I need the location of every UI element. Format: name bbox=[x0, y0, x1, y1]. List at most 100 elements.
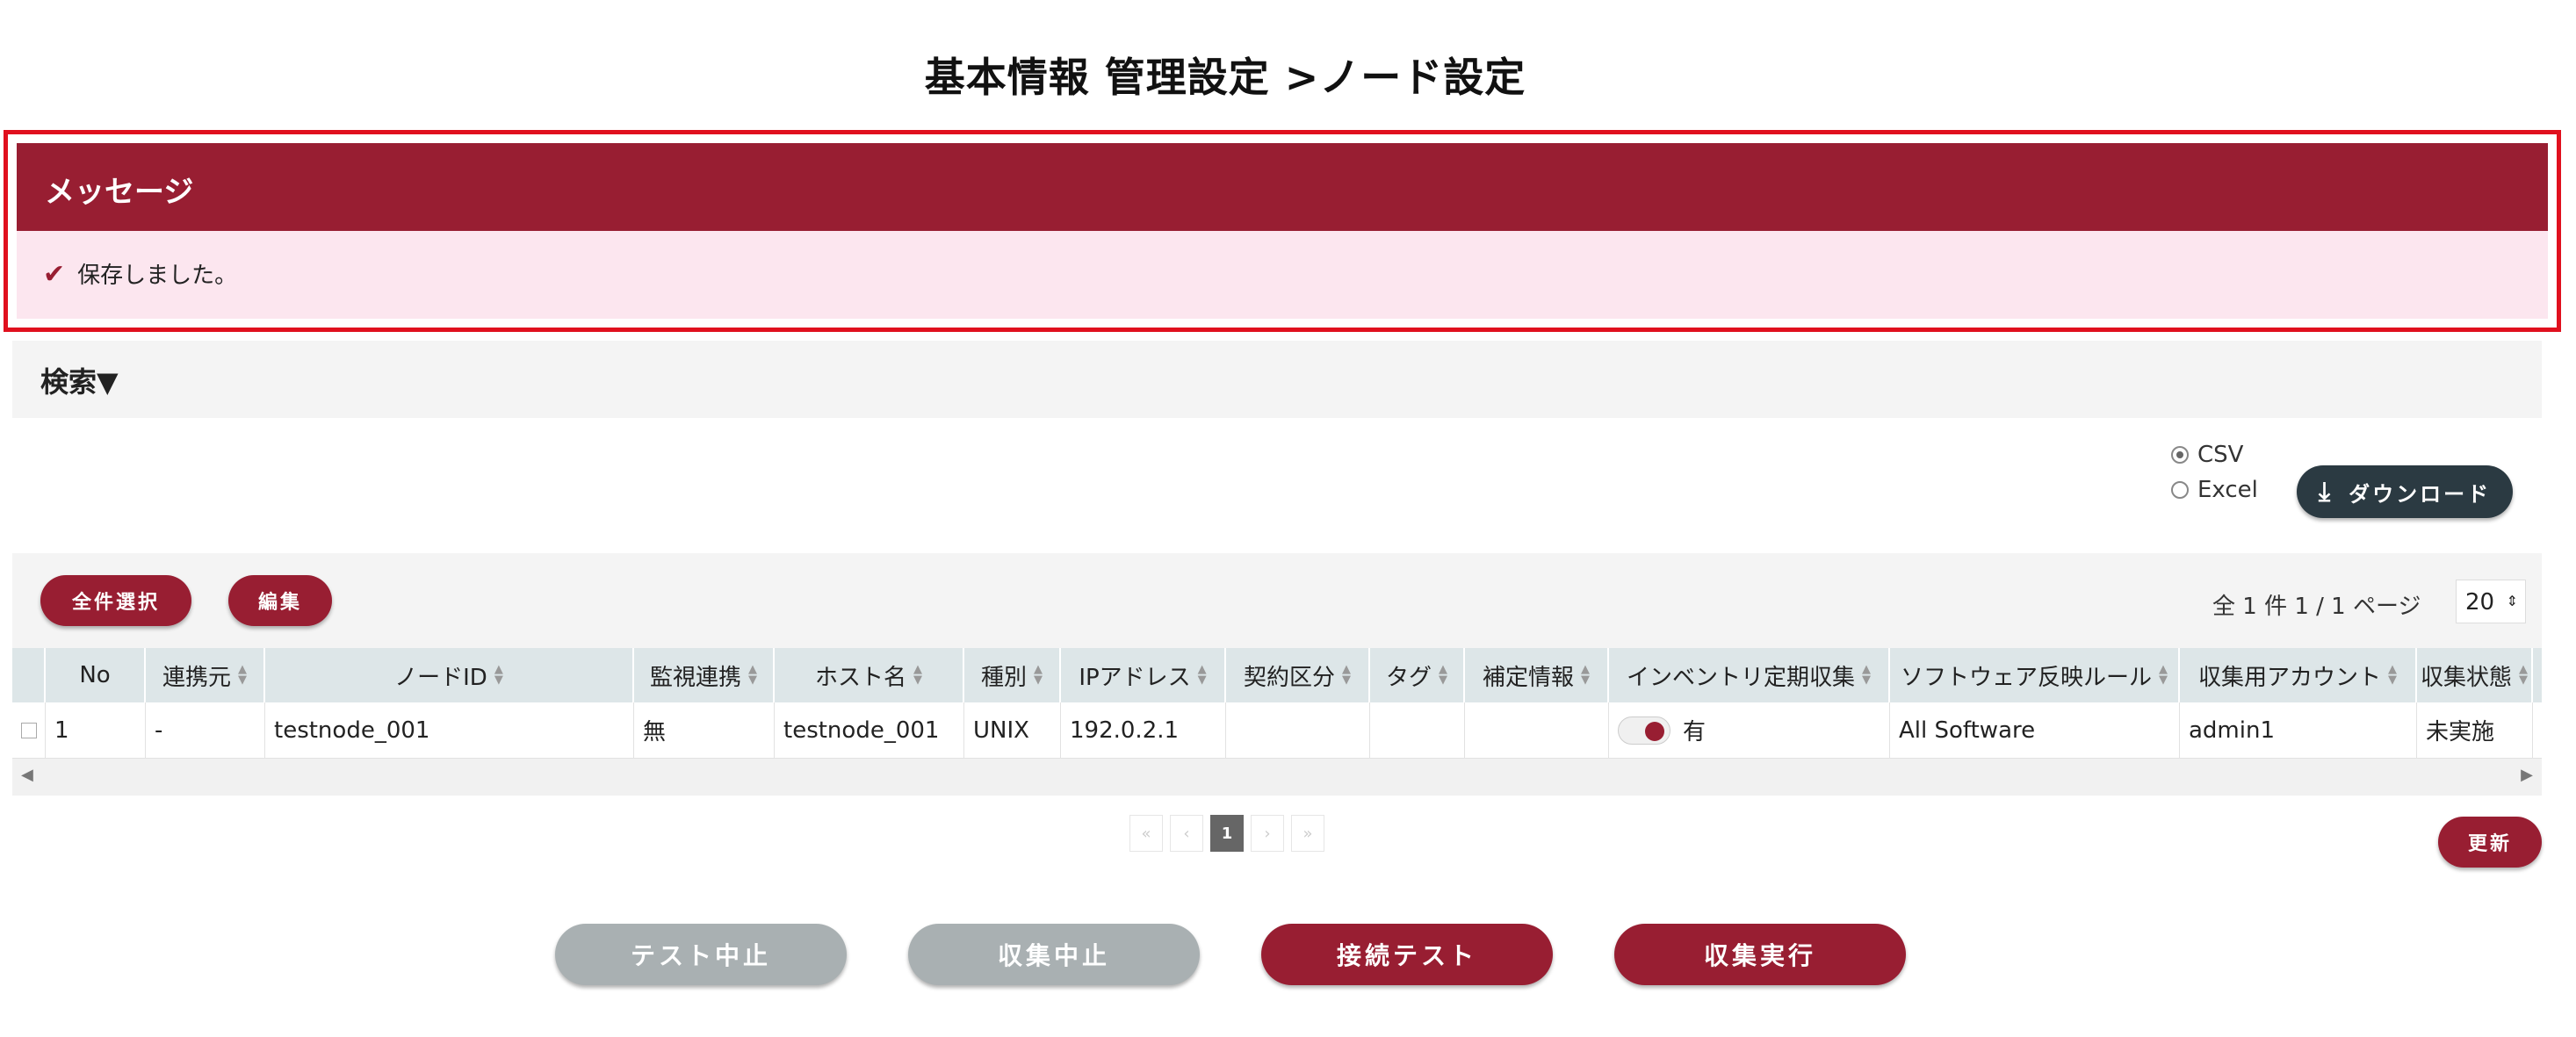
sort-icon[interactable]: ▲ ▼ bbox=[238, 664, 247, 686]
sort-icon[interactable]: ▲ ▼ bbox=[1198, 664, 1207, 686]
column-header-status[interactable]: 収集状態 ▲ ▼ bbox=[2417, 648, 2533, 702]
sort-icon[interactable]: ▲ ▼ bbox=[1034, 664, 1043, 686]
cell-host: testnode_001 bbox=[775, 702, 964, 758]
first-page-button[interactable]: « bbox=[1129, 815, 1163, 852]
radio-csv[interactable]: CSV bbox=[2171, 437, 2258, 472]
inventory-label: 有 bbox=[1683, 719, 1707, 745]
column-header-source[interactable]: 連携元 ▲ ▼ bbox=[146, 648, 265, 702]
column-header-contract[interactable]: 契約区分 ▲ ▼ bbox=[1226, 648, 1370, 702]
horizontal-scrollbar[interactable]: ◀ ▶ bbox=[12, 759, 2542, 796]
message-header: メッセージ bbox=[17, 143, 2548, 231]
message-body: ✔ 保存しました。 bbox=[17, 231, 2548, 319]
cell-account: admin1 bbox=[2180, 702, 2417, 758]
stop-collect-button[interactable]: 収集中止 bbox=[908, 924, 1200, 985]
inventory-toggle[interactable] bbox=[1618, 716, 1670, 745]
cell-info bbox=[1465, 702, 1609, 758]
scroll-right-icon[interactable]: ▶ bbox=[2521, 766, 2533, 784]
column-label: ホスト名 bbox=[814, 664, 906, 691]
column-label: IPアドレス bbox=[1079, 664, 1191, 691]
download-label: ダウンロード bbox=[2349, 481, 2492, 507]
sort-icon[interactable]: ▲ ▼ bbox=[748, 664, 757, 686]
column-header-no: No bbox=[46, 648, 146, 702]
cell-node-id[interactable]: testnode_001 bbox=[265, 702, 634, 758]
stop-test-button[interactable]: テスト中止 bbox=[555, 924, 847, 985]
last-page-button[interactable]: » bbox=[1291, 815, 1324, 852]
cell-no: 1 bbox=[46, 702, 146, 758]
cell-status: 未実施 bbox=[2417, 702, 2533, 758]
run-collect-button[interactable]: 収集実行 bbox=[1614, 924, 1906, 985]
next-page-button[interactable]: › bbox=[1251, 815, 1284, 852]
row-checkbox[interactable] bbox=[21, 722, 37, 738]
column-header bbox=[12, 648, 46, 702]
scroll-left-icon[interactable]: ◀ bbox=[21, 766, 33, 784]
node-table: No 連携元 ▲ ▼ ノードID ▲ ▼ 監視連携 ▲ ▼ ホスト名 ▲ ▼ 種別 ▲ ▼ IPアド… bbox=[12, 648, 2542, 796]
sort-icon[interactable]: ▲ ▼ bbox=[2159, 664, 2168, 686]
column-label: 種別 bbox=[980, 664, 1027, 691]
page-number-button[interactable]: 1 bbox=[1210, 815, 1244, 852]
export-format-group: CSV Excel bbox=[2171, 437, 2258, 508]
sort-icon[interactable]: ▲ ▼ bbox=[2388, 664, 2397, 686]
column-label: 連携元 bbox=[162, 664, 231, 691]
sort-icon[interactable]: ▲ ▼ bbox=[494, 664, 503, 686]
select-all-button[interactable]: 全件選択 bbox=[40, 575, 191, 626]
sort-icon[interactable]: ▲ ▼ bbox=[1439, 664, 1447, 686]
column-header-info[interactable]: 補定情報 ▲ ▼ bbox=[1465, 648, 1609, 702]
download-button[interactable]: ⤓ ダウンロード bbox=[2297, 465, 2513, 518]
radio-button[interactable] bbox=[2171, 446, 2189, 464]
column-header-monitor[interactable]: 監視連携 ▲ ▼ bbox=[634, 648, 775, 702]
column-header-ip[interactable]: IPアドレス ▲ ▼ bbox=[1061, 648, 1226, 702]
select-arrow-icon: ⇕ bbox=[2506, 593, 2518, 609]
column-label: ノードID bbox=[394, 664, 487, 691]
column-header-inventory[interactable]: インベントリ定期収集 ▲ ▼ bbox=[1609, 648, 1890, 702]
record-count: 全 1 件 1 / 1 ページ bbox=[2212, 594, 2421, 620]
sort-icon[interactable]: ▲ ▼ bbox=[1342, 664, 1351, 686]
table-toolbar: 全件選択 編集 全 1 件 1 / 1 ページ 20 ⇕ bbox=[12, 553, 2542, 648]
radio-label: Excel bbox=[2197, 477, 2258, 503]
column-label: 契約区分 bbox=[1243, 664, 1335, 691]
download-icon: ⤓ bbox=[2318, 476, 2334, 508]
radio-label: CSV bbox=[2197, 442, 2244, 468]
sort-icon[interactable]: ▲ ▼ bbox=[1581, 664, 1590, 686]
prev-page-button[interactable]: ‹ bbox=[1170, 815, 1203, 852]
sort-icon[interactable]: ▲ ▼ bbox=[2519, 664, 2528, 686]
page-title: 基本情報 管理設定 >ノード設定 bbox=[924, 54, 1526, 101]
cell-ip: 192.0.2.1 bbox=[1061, 702, 1226, 758]
column-header-tag[interactable]: タグ ▲ ▼ bbox=[1370, 648, 1465, 702]
message-text: 保存しました。 bbox=[77, 263, 238, 289]
page-size-value: 20 bbox=[2465, 589, 2495, 616]
cell-inventory: 有 bbox=[1609, 702, 1890, 758]
radio-excel[interactable]: Excel bbox=[2171, 472, 2258, 508]
cell-type: UNIX bbox=[964, 702, 1061, 758]
refresh-button[interactable]: 更新 bbox=[2438, 817, 2542, 868]
row-checkbox-cell bbox=[12, 702, 46, 758]
column-header-host[interactable]: ホスト名 ▲ ▼ bbox=[775, 648, 964, 702]
connection-test-button[interactable]: 接続テスト bbox=[1261, 924, 1553, 985]
column-label: 監視連携 bbox=[649, 664, 741, 691]
pagination: « ‹ 1 › » bbox=[1129, 815, 1331, 852]
column-label: 補定情報 bbox=[1482, 664, 1574, 691]
table-header: No 連携元 ▲ ▼ ノードID ▲ ▼ 監視連携 ▲ ▼ ホスト名 ▲ ▼ 種別 ▲ ▼ IPアド… bbox=[12, 648, 2542, 702]
radio-button[interactable] bbox=[2171, 481, 2189, 499]
sort-icon[interactable]: ▲ ▼ bbox=[1862, 664, 1871, 686]
cell-source: - bbox=[146, 702, 265, 758]
column-label: 収集状態 bbox=[2420, 664, 2512, 691]
sort-icon[interactable]: ▲ ▼ bbox=[913, 664, 922, 686]
search-toggle[interactable]: 検索▼ bbox=[12, 341, 2542, 418]
table-row[interactable]: 1 - testnode_001 無 testnode_001 UNIX 192… bbox=[12, 702, 2542, 759]
check-icon: ✔ bbox=[43, 259, 66, 290]
column-header-rule[interactable]: ソフトウェア反映ルール ▲ ▼ bbox=[1890, 648, 2180, 702]
column-header-account[interactable]: 収集用アカウント ▲ ▼ bbox=[2180, 648, 2417, 702]
cell-tag bbox=[1370, 702, 1465, 758]
column-label: インベントリ定期収集 bbox=[1626, 664, 1855, 691]
message-box: メッセージ ✔ 保存しました。 bbox=[4, 130, 2561, 332]
column-label: タグ bbox=[1385, 664, 1432, 691]
column-header-type[interactable]: 種別 ▲ ▼ bbox=[964, 648, 1061, 702]
cell-rule: All Software bbox=[1890, 702, 2180, 758]
toggle-knob bbox=[1645, 721, 1664, 741]
page-size-select[interactable]: 20 ⇕ bbox=[2456, 580, 2526, 623]
column-label: ソフトウェア反映ルール bbox=[1900, 664, 2152, 691]
column-header-node-id[interactable]: ノードID ▲ ▼ bbox=[265, 648, 634, 702]
cell-contract bbox=[1226, 702, 1370, 758]
cell-monitor: 無 bbox=[634, 702, 775, 758]
edit-button[interactable]: 編集 bbox=[228, 575, 332, 626]
